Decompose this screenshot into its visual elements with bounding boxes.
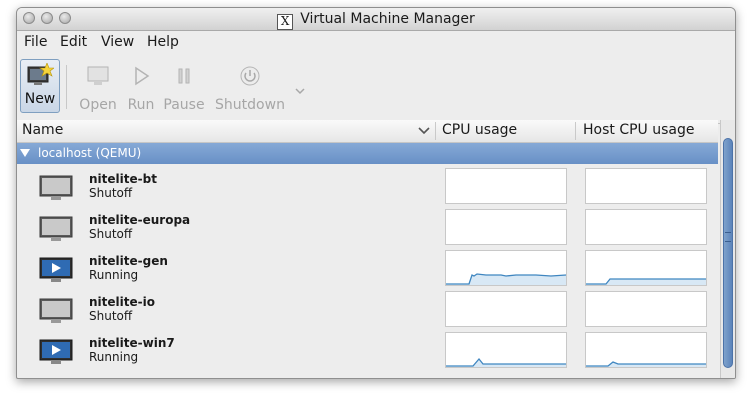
host-cpu-usage-graph bbox=[585, 291, 707, 327]
connection-label: localhost (QEMU) bbox=[38, 146, 142, 160]
vm-status: Shutoff bbox=[89, 309, 133, 323]
column-divider bbox=[575, 122, 576, 140]
console-icon bbox=[87, 66, 109, 85]
play-icon bbox=[135, 66, 150, 86]
vm-status: Shutoff bbox=[89, 227, 133, 241]
shutdown-label: Shutdown bbox=[215, 97, 285, 113]
new-label: New bbox=[24, 91, 56, 107]
run-label: Run bbox=[127, 97, 155, 113]
toolbar: New Open Run Pause Shutdown bbox=[17, 55, 735, 124]
open-label: Open bbox=[79, 97, 117, 113]
vm-name: nitelite-gen bbox=[89, 254, 168, 268]
scrollbar-thumb[interactable] bbox=[723, 138, 733, 368]
shutdown-menu-chevron-icon[interactable] bbox=[293, 85, 307, 95]
column-name[interactable]: Name bbox=[22, 122, 63, 138]
column-divider bbox=[435, 122, 436, 140]
scrollbar-grip bbox=[725, 232, 731, 242]
menu-bar: File Edit View Help bbox=[17, 31, 735, 55]
vm-status: Running bbox=[89, 350, 139, 364]
title-bar: X Virtual Machine Manager bbox=[17, 8, 735, 31]
menu-file[interactable]: File bbox=[24, 34, 47, 50]
vm-row[interactable]: nitelite-bt Shutoff bbox=[17, 165, 718, 206]
host-cpu-usage-graph bbox=[585, 209, 707, 245]
column-options-chevron-icon[interactable] bbox=[417, 125, 431, 137]
vm-shutoff-icon bbox=[39, 298, 73, 324]
menu-edit[interactable]: Edit bbox=[60, 34, 87, 50]
connection-row[interactable]: localhost (QEMU) bbox=[17, 143, 718, 164]
host-cpu-usage-graph bbox=[585, 250, 707, 286]
vm-status: Running bbox=[89, 268, 139, 282]
vm-name: nitelite-win7 bbox=[89, 336, 175, 350]
vm-row[interactable]: nitelite-win7 Running bbox=[17, 329, 718, 370]
pause-button[interactable]: Pause bbox=[162, 65, 206, 113]
column-cpu-usage[interactable]: CPU usage bbox=[442, 122, 517, 138]
new-vm-button[interactable]: New bbox=[20, 59, 60, 113]
vm-running-icon bbox=[39, 257, 73, 283]
vm-name: nitelite-europa bbox=[89, 213, 191, 227]
cpu-usage-graph bbox=[445, 209, 567, 245]
host-cpu-usage-graph bbox=[585, 332, 707, 368]
host-cpu-usage-graph bbox=[585, 168, 707, 204]
vm-row[interactable]: nitelite-io Shutoff bbox=[17, 288, 718, 329]
new-vm-icon bbox=[27, 63, 54, 85]
shutdown-button[interactable]: Shutdown bbox=[214, 65, 286, 113]
toolbar-separator bbox=[66, 65, 67, 109]
vm-row[interactable]: nitelite-gen Running bbox=[17, 247, 718, 288]
cpu-usage-graph bbox=[445, 168, 567, 204]
window-title: Virtual Machine Manager bbox=[300, 11, 475, 27]
pause-label: Pause bbox=[163, 97, 205, 113]
cpu-usage-graph bbox=[445, 291, 567, 327]
column-host-cpu-usage[interactable]: Host CPU usage bbox=[583, 122, 695, 138]
vm-row[interactable]: nitelite-europa Shutoff bbox=[17, 206, 718, 247]
power-icon bbox=[240, 66, 260, 86]
vm-shutoff-icon bbox=[39, 175, 73, 201]
menu-view[interactable]: View bbox=[101, 34, 134, 50]
app-window: X Virtual Machine Manager File Edit View … bbox=[16, 7, 736, 379]
cpu-usage-graph bbox=[445, 332, 567, 368]
x11-logo-icon: X bbox=[277, 14, 294, 30]
vm-name: nitelite-io bbox=[89, 295, 155, 309]
vm-status: Shutoff bbox=[89, 186, 133, 200]
vm-name: nitelite-bt bbox=[89, 172, 157, 186]
open-button[interactable]: Open bbox=[79, 65, 117, 113]
pause-icon bbox=[178, 68, 190, 84]
expand-triangle-icon[interactable] bbox=[19, 148, 31, 160]
cpu-usage-graph bbox=[445, 250, 567, 286]
vertical-scrollbar[interactable] bbox=[720, 120, 735, 378]
run-button[interactable]: Run bbox=[125, 65, 157, 113]
window-title-area: X Virtual Machine Manager bbox=[17, 11, 735, 30]
vm-shutoff-icon bbox=[39, 216, 73, 242]
vm-running-icon bbox=[39, 339, 73, 365]
menu-help[interactable]: Help bbox=[147, 34, 179, 50]
column-header: Name CPU usage Host CPU usage bbox=[17, 120, 718, 143]
